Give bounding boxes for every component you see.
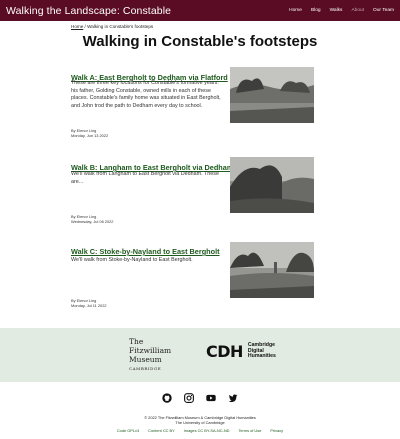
footer-links: Code GPLv3 Content CC BY Images CC BY-SA… [0,428,400,433]
fitzwilliam-line-4: CAMBRIDGE [129,366,162,371]
fitzwilliam-line-2: Fitzwilliam [129,346,172,355]
walk-date: Wednesday, Jul 06 2022 [71,219,114,224]
twitter-icon[interactable] [228,393,238,403]
walk-date: Monday, Jun 13 2022 [71,133,109,138]
site-title[interactable]: Walking the Landscape: Constable [6,5,171,17]
walk-excerpt: These are three key locations for Consta… [71,80,221,109]
fitzwilliam-logo[interactable]: The Fitzwilliam Museum CAMBRIDGE [129,337,171,371]
partners-band: The Fitzwilliam Museum CAMBRIDGE CDH Cam… [0,328,400,382]
social-links [0,393,400,403]
walk-card: Walk C: Stoke-by-Nayland to East Berghol… [71,241,315,308]
main-nav: Home Blog Walks About Our Team [289,8,394,13]
nav-home[interactable]: Home [289,8,302,13]
footer-university: The University of Cambridge [175,420,225,425]
cdh-line-3: Humanities [247,353,276,360]
nav-blog[interactable]: Blog [311,8,321,13]
walk-thumbnail-engraving[interactable] [230,67,314,123]
site-header: Walking the Landscape: Constable Home Bl… [0,0,400,21]
breadcrumb: Home / Walking in Constable's footsteps [71,24,153,29]
page-title: Walking in Constable's footsteps [82,33,318,50]
walk-thumbnail-engraving[interactable] [230,157,314,213]
footer-link-code-license[interactable]: Code GPLv3 [117,428,139,433]
walk-meta: By Elenor Ling Monday, Jul 11 2022 [71,298,107,308]
cdh-wordmark: Cambridge Digital Humanities [247,342,276,360]
walk-card: Walk B: Langham to East Bergholt via Ded… [71,157,315,224]
fitzwilliam-line-1: The [129,337,144,346]
nav-walks[interactable]: Walks [330,8,343,13]
walk-meta: By Elenor Ling Wednesday, Jul 06 2022 [71,214,113,224]
walk-date: Monday, Jul 11 2022 [71,303,107,308]
walk-excerpt: We'll walk from Stoke-by-Nayland to East… [71,257,193,263]
footer-link-terms[interactable]: Terms of Use [238,428,261,433]
walk-thumbnail-engraving[interactable] [230,242,314,298]
nav-our-team[interactable]: Our Team [373,8,394,13]
breadcrumb-home[interactable]: Home [71,24,83,29]
footer-link-images-license[interactable]: Images CC BY-SA-NC-ND [184,428,230,433]
github-icon[interactable] [162,393,172,403]
cdh-mark: CDH [206,342,243,361]
walk-card: Walk A: East Bergholt to Dedham via Flat… [71,67,315,138]
footer-link-privacy[interactable]: Privacy [270,428,283,433]
fitzwilliam-line-3: Museum [129,355,162,364]
footer-link-content-license[interactable]: Content CC BY [148,428,175,433]
youtube-icon[interactable] [206,393,216,403]
walk-excerpt: We'll walk from Langham to East Bergholt… [71,171,219,185]
breadcrumb-current: Walking in Constable's footsteps [87,24,154,29]
walk-meta: By Elenor Ling Monday, Jun 13 2022 [71,128,108,138]
nav-about[interactable]: About [351,8,364,13]
cdh-logo[interactable]: CDH Cambridge Digital Humanities [206,342,276,361]
instagram-icon[interactable] [184,393,194,403]
walk-title-link[interactable]: Walk C: Stoke-by-Nayland to East Berghol… [71,247,220,256]
